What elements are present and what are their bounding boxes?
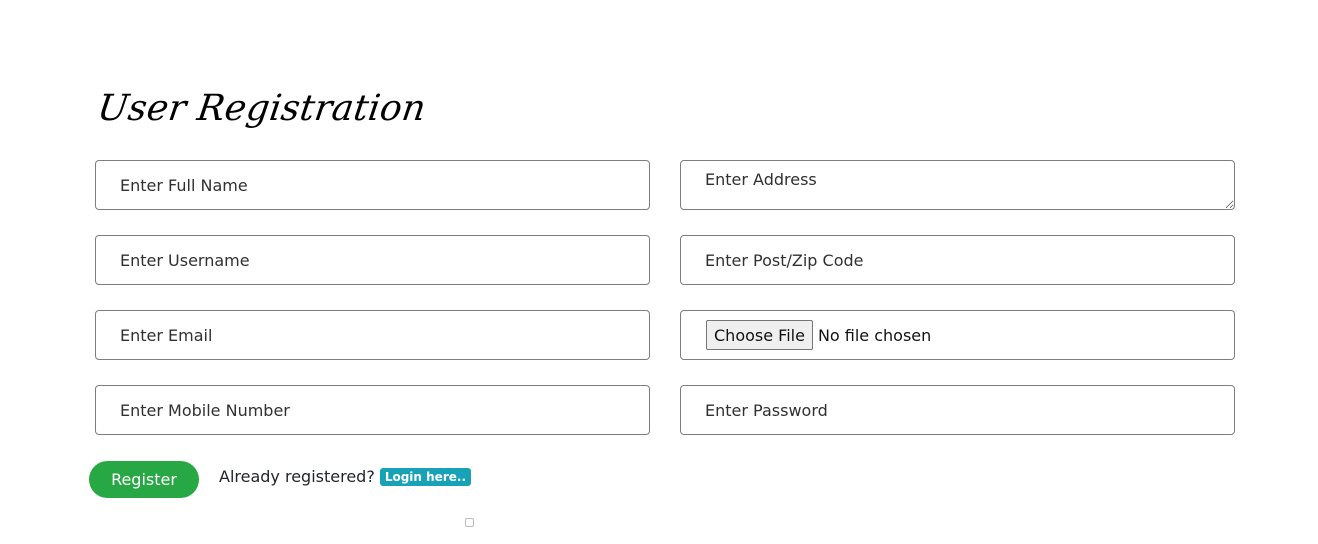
page-title: User Registration [95, 88, 429, 129]
address-textarea[interactable] [680, 160, 1235, 210]
zip-code-input[interactable] [680, 235, 1235, 285]
choose-file-button[interactable]: Choose File [706, 320, 813, 350]
file-upload-field[interactable]: Choose File No file chosen [680, 310, 1235, 360]
login-link[interactable]: Login here.. [379, 467, 471, 486]
full-name-input[interactable] [95, 160, 650, 210]
email-input[interactable] [95, 310, 650, 360]
already-registered-text: Already registered? [219, 467, 375, 486]
mobile-number-input[interactable] [95, 385, 650, 435]
register-button[interactable]: Register [89, 461, 199, 498]
small-checkbox[interactable] [465, 518, 474, 527]
username-input[interactable] [95, 235, 650, 285]
file-status-text: No file chosen [817, 325, 932, 345]
login-prompt: Already registered? Login here.. [219, 467, 471, 486]
password-input[interactable] [680, 385, 1235, 435]
